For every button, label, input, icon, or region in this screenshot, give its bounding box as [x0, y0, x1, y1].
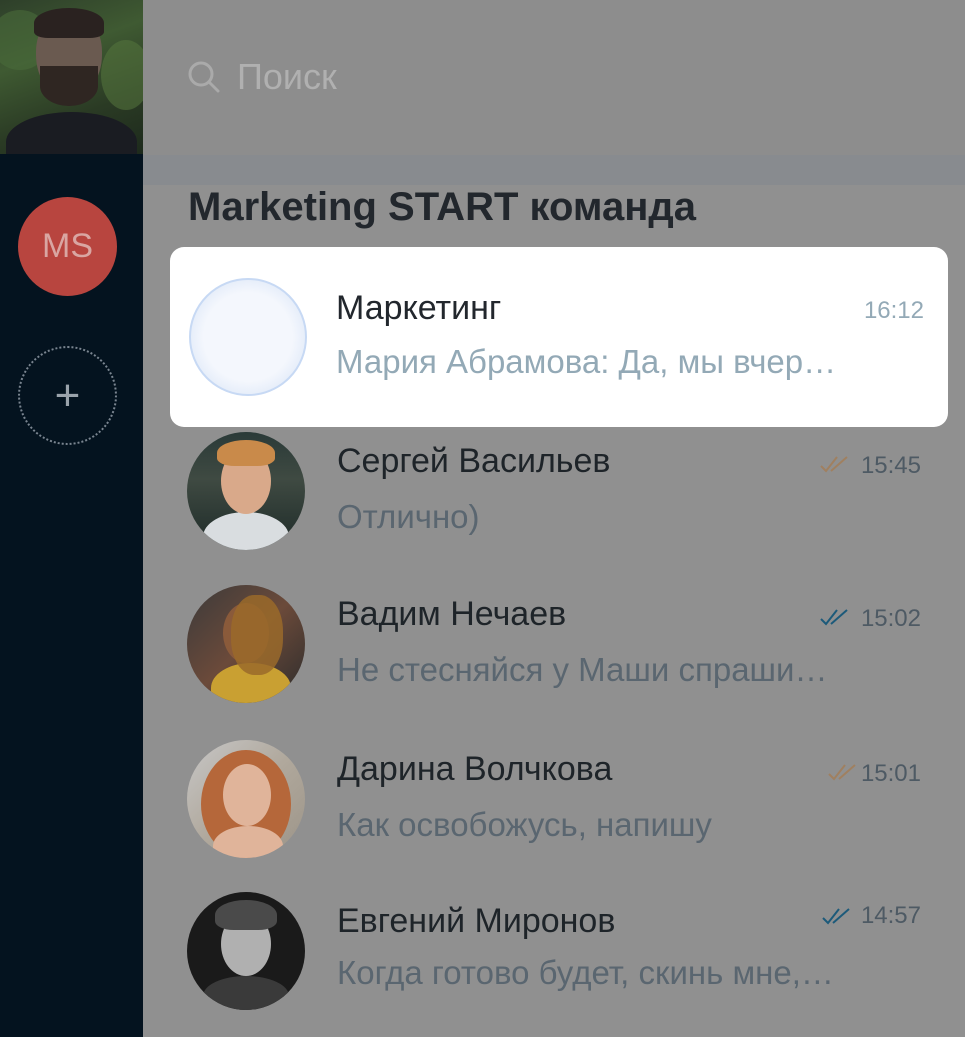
avatar: [187, 585, 305, 703]
photo-shirt: [6, 112, 137, 154]
chat-name: Дарина Волчкова: [337, 750, 613, 788]
double-check-icon: [820, 456, 848, 473]
chat-time: 14:57: [860, 902, 921, 929]
chat-name: Вадим Нечаев: [337, 595, 567, 633]
double-check-icon: [828, 764, 856, 781]
search-icon: [188, 61, 220, 93]
avatar: [187, 432, 305, 550]
chat-list-panel: Поиск Marketing START команда Маркетинг …: [143, 0, 965, 1037]
chat-time: 15:45: [860, 452, 921, 479]
divider: [143, 155, 965, 185]
chat-item-sergey[interactable]: Сергей Васильев 15:45 Отлично): [143, 432, 965, 586]
photo-foliage: [101, 40, 143, 110]
chat-preview: Как освобожусь, напишу: [337, 806, 712, 843]
chat-item-evgeny[interactable]: Евгений Миронов 14:57 Когда готово будет…: [143, 892, 965, 1037]
chat-item-vadim[interactable]: Вадим Нечаев 15:02 Не стесняйся у Маши с…: [143, 585, 965, 739]
search-bar[interactable]: Поиск: [143, 0, 965, 155]
avatar: [187, 740, 305, 858]
chat-preview: Мария Абрамова: Да, мы вчер…: [336, 343, 837, 380]
photo-hair: [34, 8, 104, 38]
group-avatar: [189, 278, 307, 396]
user-profile-photo[interactable]: [0, 0, 143, 154]
workspace-initials: MS: [42, 227, 93, 265]
chat-time: 15:02: [860, 605, 921, 632]
chat-name: Евгений Миронов: [337, 902, 616, 940]
chat-name: Маркетинг: [336, 289, 502, 327]
chat-preview: Когда готово будет, скинь мне,…: [337, 954, 834, 991]
workspace-avatar[interactable]: MS: [18, 197, 117, 296]
chat-name: Сергей Васильев: [337, 442, 611, 480]
chat-item-marketing[interactable]: Маркетинг 16:12 Мария Абрамова: Да, мы в…: [170, 247, 948, 427]
chat-preview: Отлично): [337, 498, 480, 535]
double-check-icon: [820, 609, 848, 626]
chat-time: 15:01: [860, 760, 921, 787]
team-title: Marketing START команда: [188, 185, 697, 229]
plus-icon: +: [54, 370, 81, 420]
chat-item-darina[interactable]: Дарина Волчкова 15:01 Как освобожусь, на…: [143, 740, 965, 894]
chat-preview: Не стесняйся у Маши спраши…: [337, 651, 828, 688]
photo-beard: [40, 66, 98, 106]
workspace-rail: MS +: [0, 0, 143, 1037]
chat-time: 16:12: [863, 297, 924, 324]
search-input[interactable]: Поиск: [237, 56, 337, 98]
double-check-icon: [822, 908, 850, 925]
add-workspace-button[interactable]: +: [18, 346, 117, 445]
avatar: [187, 892, 305, 1010]
